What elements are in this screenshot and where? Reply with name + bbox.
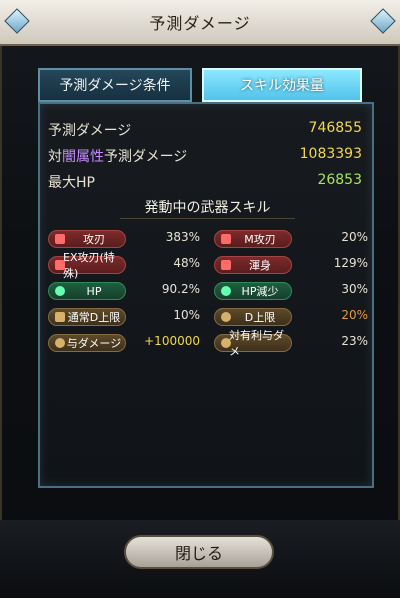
skill-value: +100000 [144, 334, 200, 348]
skill-list: 攻刃 383% EX攻刃(特殊) 48% HP 90.2% 通常D上限 10% [48, 230, 368, 358]
skill-value: 10% [173, 308, 200, 322]
tab-label: スキル効果量 [240, 78, 324, 94]
skill-value: 20% [341, 308, 368, 322]
heart-icon [55, 286, 65, 296]
gear-icon [221, 338, 231, 348]
sword-icon [55, 234, 65, 244]
gear-icon [221, 312, 231, 322]
skill-name: M攻刃 [244, 233, 276, 246]
skill-item: M攻刃 20% [214, 230, 368, 248]
skill-value: 23% [341, 334, 368, 348]
summary-row-max-hp: 最大HP 26853 [48, 172, 368, 194]
skill-badge: EX攻刃(特殊) [48, 251, 126, 280]
skill-item: 対有利与ダメ 23% [214, 329, 368, 358]
skill-badge: HP減少 [214, 282, 292, 300]
summary-row-dark-damage: 対闇属性予測ダメージ 1083393 [48, 146, 368, 168]
tab-bar: 予測ダメージ条件 スキル効果量 [38, 68, 362, 102]
heart-icon [221, 286, 231, 296]
title-bar: 予測ダメージ [0, 0, 400, 46]
skill-name: 渾身 [249, 259, 271, 272]
predicted-damage-value: 746855 [308, 120, 362, 136]
skill-badge: 対有利与ダメ [214, 329, 292, 358]
skill-item: HP 90.2% [48, 282, 200, 300]
dark-damage-label: 対闇属性予測ダメージ [48, 146, 187, 166]
skill-effects-panel: 予測ダメージ 746855 対闇属性予測ダメージ 1083393 最大HP 26… [38, 102, 374, 488]
skill-item: 渾身 129% [214, 256, 368, 274]
cap-icon [55, 312, 65, 322]
skill-value: 129% [333, 256, 368, 270]
skill-value: 90.2% [161, 282, 200, 296]
gear-icon [55, 338, 65, 348]
skill-value: 383% [165, 230, 200, 244]
skill-badge: 与ダメージ [48, 334, 126, 352]
close-button[interactable]: 閉じる [124, 535, 274, 569]
sword-icon [55, 260, 65, 270]
tab-predicted-damage-conditions[interactable]: 予測ダメージ条件 [38, 68, 192, 102]
skill-badge: 攻刃 [48, 230, 126, 248]
skill-name: HP [86, 284, 102, 298]
skill-badge: 渾身 [214, 256, 292, 274]
max-hp-label: 最大HP [48, 175, 95, 191]
skill-name: 攻刃 [83, 233, 105, 246]
summary-row-predicted-damage: 予測ダメージ 746855 [48, 120, 368, 142]
weapon-skills-title: 発動中の武器スキル [120, 196, 295, 219]
skill-badge: 通常D上限 [48, 308, 126, 326]
dark-damage-suffix: 予測ダメージ [104, 149, 188, 165]
dark-attr-label: 闇属性 [62, 149, 104, 165]
skill-item: HP減少 30% [214, 282, 368, 300]
skill-badge: M攻刃 [214, 230, 292, 248]
sword-icon [221, 234, 231, 244]
tab-label: 予測ダメージ条件 [59, 78, 171, 94]
close-label: 閉じる [174, 544, 223, 563]
skill-name: HP減少 [241, 285, 279, 298]
max-hp-value: 26853 [317, 172, 362, 188]
skill-value: 48% [173, 256, 200, 270]
dark-damage-prefix: 対 [48, 149, 62, 165]
skill-badge: D上限 [214, 308, 292, 326]
skill-badge: HP [48, 282, 126, 300]
arm-icon [221, 260, 231, 270]
skill-item: 攻刃 383% [48, 230, 200, 248]
tab-skill-effects[interactable]: スキル効果量 [202, 68, 362, 102]
skill-value: 20% [341, 230, 368, 244]
skill-item: 与ダメージ +100000 [48, 334, 200, 352]
dark-damage-value: 1083393 [299, 146, 362, 162]
predicted-damage-label: 予測ダメージ [48, 123, 132, 139]
skill-item: EX攻刃(特殊) 48% [48, 251, 200, 280]
skill-item: 通常D上限 10% [48, 308, 200, 326]
dialog-title: 予測ダメージ [149, 14, 251, 33]
skill-name: D上限 [244, 311, 276, 324]
skill-item: D上限 20% [214, 308, 368, 326]
skill-value: 30% [341, 282, 368, 296]
